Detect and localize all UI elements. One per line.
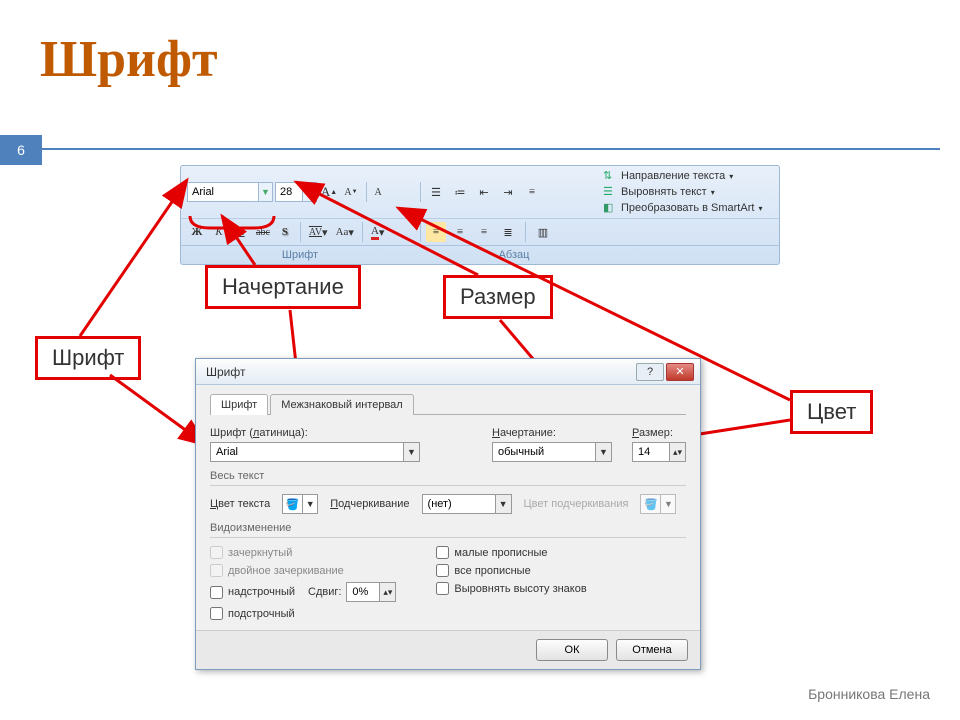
indent-button[interactable]: ⇥ [498, 182, 518, 202]
label-style: Начертание: [492, 427, 612, 439]
close-button[interactable]: ✕ [666, 363, 694, 381]
cancel-button[interactable]: Отмена [616, 639, 688, 661]
tab-font[interactable]: Шрифт [210, 394, 268, 415]
kerning-button[interactable]: AV▾ [306, 222, 331, 242]
chk-dblstrike[interactable]: двойное зачеркивание [210, 564, 396, 577]
chevron-down-icon: ▾ [711, 188, 715, 197]
section-all-text: Весь текст [210, 470, 686, 486]
chk-allcaps[interactable]: все прописные [436, 564, 586, 577]
bold-button[interactable]: Ж [187, 222, 207, 242]
chk-sub[interactable]: подстрочный [210, 607, 396, 620]
chevron-down-icon[interactable]: ▼ [303, 495, 317, 513]
style-input[interactable] [493, 443, 595, 461]
chk-equalize[interactable]: Выровнять высоту знаков [436, 582, 586, 595]
font-name-combo[interactable]: ▼ [187, 182, 273, 202]
ribbon-home: ▼ ▼ A▲ A▼ A⃠ ☰ ≔ ⇤ ⇥ ≡ ⇅ [180, 165, 780, 265]
accent-rule [42, 148, 940, 150]
italic-button[interactable]: К [209, 222, 229, 242]
label-underline: Подчеркивание [330, 498, 409, 510]
size-input[interactable] [633, 443, 669, 461]
text-color-button[interactable]: 🪣▼ [282, 494, 318, 514]
smartart-label: Преобразовать в SmartArt [621, 202, 754, 214]
underline-combo[interactable]: ▼ [422, 494, 512, 514]
tab-spacing[interactable]: Межзнаковый интервал [270, 394, 414, 415]
help-button[interactable]: ? [636, 363, 664, 381]
ribbon-group-labels: Шрифт Абзац [181, 245, 779, 264]
align-text-label: Выровнять текст [621, 186, 707, 198]
section-effects: Видоизменение [210, 522, 686, 538]
callout-color: Цвет [790, 390, 873, 434]
callout-size: Размер [443, 275, 553, 319]
shadow-button[interactable]: S [275, 222, 295, 242]
smartart-menu[interactable]: ◧ Преобразовать в SmartArt ▾ [603, 201, 762, 215]
bucket-icon: 🪣 [283, 495, 303, 513]
slide-title: Шрифт [40, 30, 218, 89]
align-text-icon: ☰ [603, 185, 617, 199]
chevron-down-icon: ▾ [729, 172, 733, 181]
chevron-down-icon[interactable]: ▼ [595, 443, 611, 461]
label-font-latin: Шрифт (латиница): [210, 427, 472, 439]
shrink-font-button[interactable]: A▼ [341, 182, 361, 202]
style-combo[interactable]: ▼ [492, 442, 612, 462]
chevron-down-icon[interactable]: ▼ [403, 443, 419, 461]
page-number: 6 [0, 135, 42, 165]
columns-button[interactable]: ▥ [533, 222, 553, 242]
chk-smallcaps[interactable]: малые прописные [436, 546, 586, 559]
font-color-button[interactable]: A▾ [368, 222, 387, 242]
strike-button[interactable]: abc [253, 222, 273, 242]
underline-button[interactable]: Ч [231, 222, 251, 242]
callout-font: Шрифт [35, 336, 141, 380]
chk-strike[interactable]: зачеркнутый [210, 546, 396, 559]
author-footer: Бронникова Елена [808, 686, 930, 702]
spinner-icon[interactable]: ▴▾ [379, 583, 395, 601]
clear-format-button[interactable]: A⃠ [372, 182, 392, 202]
font-size-combo[interactable]: ▼ [275, 182, 317, 202]
size-spinner[interactable]: ▴▾ [632, 442, 686, 462]
numbering-button[interactable]: ≔ [450, 182, 470, 202]
spinner-icon[interactable]: ▴▾ [669, 443, 685, 461]
align-center-button[interactable]: ≡ [450, 222, 470, 242]
label-text-color: Цвет текста [210, 498, 270, 510]
outdent-button[interactable]: ⇤ [474, 182, 494, 202]
ok-button[interactable]: ОК [536, 639, 608, 661]
chevron-down-icon[interactable]: ▼ [661, 495, 675, 513]
font-latin-input[interactable] [211, 443, 403, 461]
label-shift: Сдвиг: [308, 586, 341, 598]
chevron-down-icon[interactable]: ▼ [258, 183, 272, 201]
smartart-icon: ◧ [603, 201, 617, 215]
font-name-input[interactable] [188, 183, 258, 201]
dialog-title: Шрифт [206, 365, 245, 379]
label-size: Размер: [632, 427, 686, 439]
align-left-button[interactable]: ≡ [426, 222, 446, 242]
text-direction-label: Направление текста [621, 170, 725, 182]
chevron-down-icon[interactable]: ▼ [495, 495, 511, 513]
bucket-icon: 🪣 [641, 495, 661, 513]
align-text-menu[interactable]: ☰ Выровнять текст ▾ [603, 185, 715, 199]
justify-button[interactable]: ≣ [498, 222, 518, 242]
line-spacing-button[interactable]: ≡ [522, 182, 542, 202]
text-direction-menu[interactable]: ⇅ Направление текста ▾ [603, 169, 733, 183]
chk-super[interactable]: надстрочный Сдвиг: ▴▾ [210, 582, 396, 602]
change-case-button[interactable]: Aa▾ [333, 222, 357, 242]
underline-input[interactable] [423, 495, 495, 513]
font-size-input[interactable] [276, 183, 302, 201]
bullets-button[interactable]: ☰ [426, 182, 446, 202]
grow-font-button[interactable]: A▲ [319, 182, 339, 202]
label-underline-color: Цвет подчеркивания [524, 498, 629, 510]
dialog-titlebar[interactable]: Шрифт ? ✕ [196, 359, 700, 385]
chevron-down-icon[interactable]: ▼ [302, 183, 316, 201]
text-direction-icon: ⇅ [603, 169, 617, 183]
underline-color-button[interactable]: 🪣▼ [640, 494, 676, 514]
font-latin-combo[interactable]: ▼ [210, 442, 420, 462]
callout-style: Начертание [205, 265, 361, 309]
shift-input[interactable] [347, 583, 379, 601]
align-right-button[interactable]: ≡ [474, 222, 494, 242]
font-dialog: Шрифт ? ✕ Шрифт Межзнаковый интервал Шри… [195, 358, 701, 670]
chevron-down-icon: ▾ [758, 204, 762, 213]
